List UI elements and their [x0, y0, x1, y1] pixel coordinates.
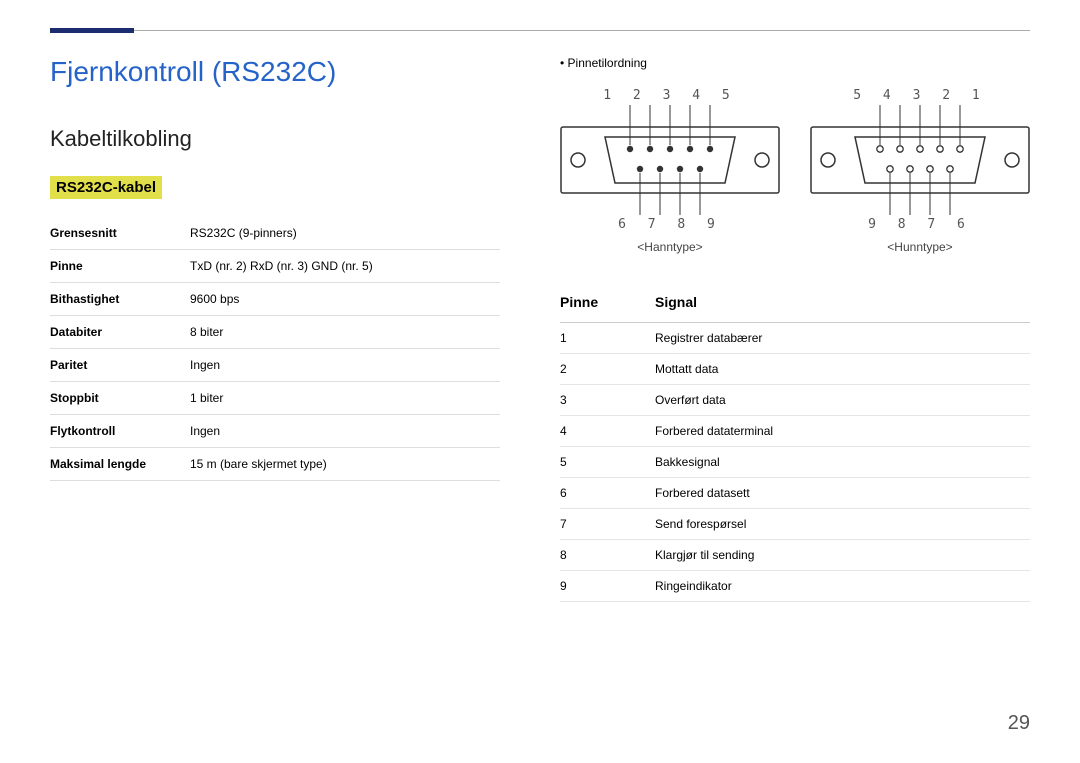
female-connector: 5 4 3 2 1 9 8 7 6 <Hunntyp — [810, 88, 1030, 254]
table-row: GrensesnittRS232C (9-pinners) — [50, 217, 500, 250]
pin-signal-table: Pinne Signal 1Registrer databærer2Mottat… — [560, 284, 1030, 602]
spec-value: TxD (nr. 2) RxD (nr. 3) GND (nr. 5) — [190, 250, 500, 283]
pin-number: 9 — [560, 571, 655, 602]
table-row: PinneTxD (nr. 2) RxD (nr. 3) GND (nr. 5) — [50, 250, 500, 283]
male-bottom-pins: 6 7 8 9 — [560, 217, 780, 232]
spec-value: Ingen — [190, 415, 500, 448]
spec-value: Ingen — [190, 349, 500, 382]
spec-value: 9600 bps — [190, 283, 500, 316]
spec-label: Grensesnitt — [50, 217, 190, 250]
female-top-pins: 5 4 3 2 1 — [810, 88, 1030, 103]
signal-value: Ringeindikator — [655, 571, 1030, 602]
pin-number: 7 — [560, 509, 655, 540]
spec-label: Paritet — [50, 349, 190, 382]
main-title: Fjernkontroll (RS232C) — [50, 56, 500, 88]
bullet-heading: Pinnetilordning — [560, 56, 1030, 70]
pin-number: 3 — [560, 385, 655, 416]
signal-value: Registrer databærer — [655, 323, 1030, 354]
spec-label: Flytkontroll — [50, 415, 190, 448]
table-row: 9Ringeindikator — [560, 571, 1030, 602]
table-row: FlytkontrollIngen — [50, 415, 500, 448]
female-caption: <Hunntype> — [810, 240, 1030, 254]
male-top-pins: 1 2 3 4 5 — [560, 88, 780, 103]
table-row: Databiter8 biter — [50, 316, 500, 349]
page-number: 29 — [1008, 712, 1030, 735]
pin-number: 4 — [560, 416, 655, 447]
signal-value: Forbered datasett — [655, 478, 1030, 509]
spec-label: Maksimal lengde — [50, 448, 190, 481]
right-column: Pinnetilordning 1 2 3 4 5 — [560, 56, 1030, 602]
spec-label: Bithastighet — [50, 283, 190, 316]
table-row: Stoppbit1 biter — [50, 382, 500, 415]
spec-value: 1 biter — [190, 382, 500, 415]
header-rule — [50, 30, 1030, 31]
female-bottom-pins: 9 8 7 6 — [810, 217, 1030, 232]
pin-header: Pinne — [560, 284, 655, 323]
signal-value: Bakkesignal — [655, 447, 1030, 478]
pin-number: 8 — [560, 540, 655, 571]
male-connector-svg — [560, 105, 780, 215]
spec-label: Stoppbit — [50, 382, 190, 415]
header-accent-bar — [50, 28, 134, 33]
table-row: 3Overført data — [560, 385, 1030, 416]
spec-value: 8 biter — [190, 316, 500, 349]
connector-diagrams: 1 2 3 4 5 6 7 8 9 <Hanntyp — [560, 88, 1030, 254]
table-row: Bithastighet9600 bps — [50, 283, 500, 316]
table-row: 1Registrer databærer — [560, 323, 1030, 354]
signal-value: Forbered dataterminal — [655, 416, 1030, 447]
table-row: 8Klargjør til sending — [560, 540, 1030, 571]
table-row: Maksimal lengde15 m (bare skjermet type) — [50, 448, 500, 481]
table-row: 2Mottatt data — [560, 354, 1030, 385]
pin-number: 6 — [560, 478, 655, 509]
spec-label: Pinne — [50, 250, 190, 283]
signal-value: Mottatt data — [655, 354, 1030, 385]
left-column: Fjernkontroll (RS232C) Kabeltilkobling R… — [50, 56, 500, 602]
spec-value: 15 m (bare skjermet type) — [190, 448, 500, 481]
table-row: ParitetIngen — [50, 349, 500, 382]
signal-value: Send forespørsel — [655, 509, 1030, 540]
male-connector: 1 2 3 4 5 6 7 8 9 <Hanntyp — [560, 88, 780, 254]
pin-number: 5 — [560, 447, 655, 478]
table-row: 5Bakkesignal — [560, 447, 1030, 478]
spec-label: Databiter — [50, 316, 190, 349]
spec-value: RS232C (9-pinners) — [190, 217, 500, 250]
section-label: RS232C-kabel — [50, 176, 162, 199]
sub-title: Kabeltilkobling — [50, 126, 500, 152]
signal-header: Signal — [655, 284, 1030, 323]
pin-number: 1 — [560, 323, 655, 354]
table-row: 4Forbered dataterminal — [560, 416, 1030, 447]
male-caption: <Hanntype> — [560, 240, 780, 254]
table-row: 7Send forespørsel — [560, 509, 1030, 540]
signal-value: Overført data — [655, 385, 1030, 416]
spec-table: GrensesnittRS232C (9-pinners)PinneTxD (n… — [50, 217, 500, 481]
table-row: 6Forbered datasett — [560, 478, 1030, 509]
pin-number: 2 — [560, 354, 655, 385]
female-connector-svg — [810, 105, 1030, 215]
signal-value: Klargjør til sending — [655, 540, 1030, 571]
